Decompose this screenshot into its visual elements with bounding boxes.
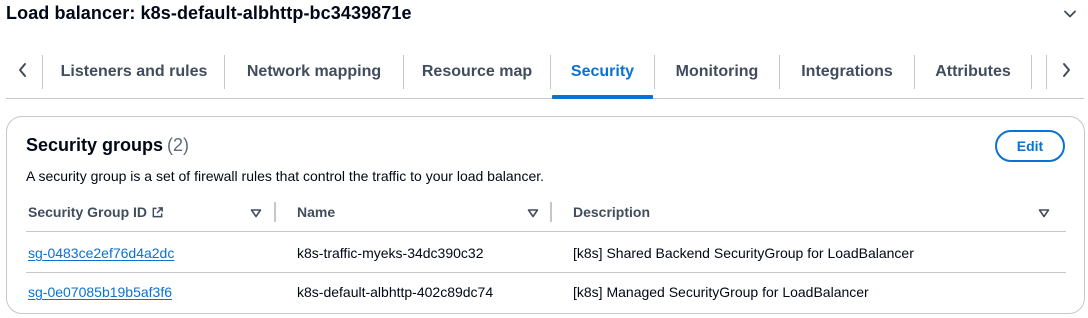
tabs-scroll-right-button[interactable] — [1056, 58, 1076, 82]
table-row-divider — [26, 272, 1066, 273]
page-title: Load balancer: k8s-default-albhttp-bc343… — [6, 3, 412, 23]
caret-down-icon[interactable] — [1038, 208, 1050, 218]
active-tab-indicator — [552, 95, 653, 99]
table-header-divider — [26, 231, 1066, 232]
tab-divider — [550, 55, 551, 89]
tab-attributes[interactable]: Attributes — [915, 46, 1031, 98]
caret-down-icon[interactable] — [527, 208, 539, 218]
tabs-scroll-left-button[interactable] — [13, 58, 33, 82]
tab-integrations[interactable]: Integrations — [780, 46, 914, 98]
tab-bar: Listeners and rules Network mapping Reso… — [0, 46, 1088, 101]
tab-divider — [1031, 55, 1032, 89]
column-header-label: Description — [573, 204, 651, 220]
security-group-id-link[interactable]: sg-0e07085b19b5af3f6 — [28, 284, 172, 300]
column-header-name[interactable]: Name — [297, 204, 335, 220]
panel-title-text: Security groups — [26, 135, 164, 155]
column-resizer[interactable] — [274, 202, 276, 222]
security-group-name: k8s-traffic-myeks-34dc390c32 — [297, 245, 484, 261]
chevron-left-icon — [19, 63, 26, 77]
panel-description: A security group is a set of firewall ru… — [26, 168, 545, 184]
security-group-name: k8s-default-albhttp-402c89dc74 — [297, 284, 494, 300]
column-resizer[interactable] — [550, 202, 552, 222]
tab-monitoring[interactable]: Monitoring — [655, 46, 779, 98]
security-group-description: [k8s] Managed SecurityGroup for LoadBala… — [573, 284, 869, 300]
external-link-icon — [152, 206, 163, 217]
tab-divider — [42, 55, 43, 89]
page-header: Load balancer: k8s-default-albhttp-bc343… — [0, 0, 1088, 30]
tab-divider — [1046, 55, 1047, 89]
tab-network-mapping[interactable]: Network mapping — [225, 46, 403, 98]
column-header-label: Name — [297, 204, 336, 220]
security-group-description: [k8s] Shared Backend SecurityGroup for L… — [573, 245, 914, 261]
column-header-label: Security Group ID — [28, 204, 148, 220]
tab-security[interactable]: Security — [552, 46, 653, 98]
edit-button[interactable]: Edit — [995, 130, 1065, 162]
caret-down-icon[interactable] — [250, 208, 262, 218]
tabs-divider-line — [6, 98, 1084, 99]
chevron-down-icon[interactable] — [1062, 6, 1078, 22]
panel-title: Security groups (2) — [26, 135, 189, 156]
security-groups-panel: Security groups (2) Edit A security group… — [6, 116, 1085, 314]
column-header-security-group-id[interactable]: Security Group ID — [28, 204, 164, 220]
tab-resource-map[interactable]: Resource map — [404, 46, 550, 98]
security-group-id-link[interactable]: sg-0483ce2ef76d4a2dc — [28, 245, 174, 261]
tab-listeners-and-rules[interactable]: Listeners and rules — [44, 46, 224, 98]
panel-count: (2) — [167, 135, 190, 155]
column-header-description[interactable]: Description — [573, 204, 650, 220]
chevron-right-icon — [1063, 63, 1070, 77]
